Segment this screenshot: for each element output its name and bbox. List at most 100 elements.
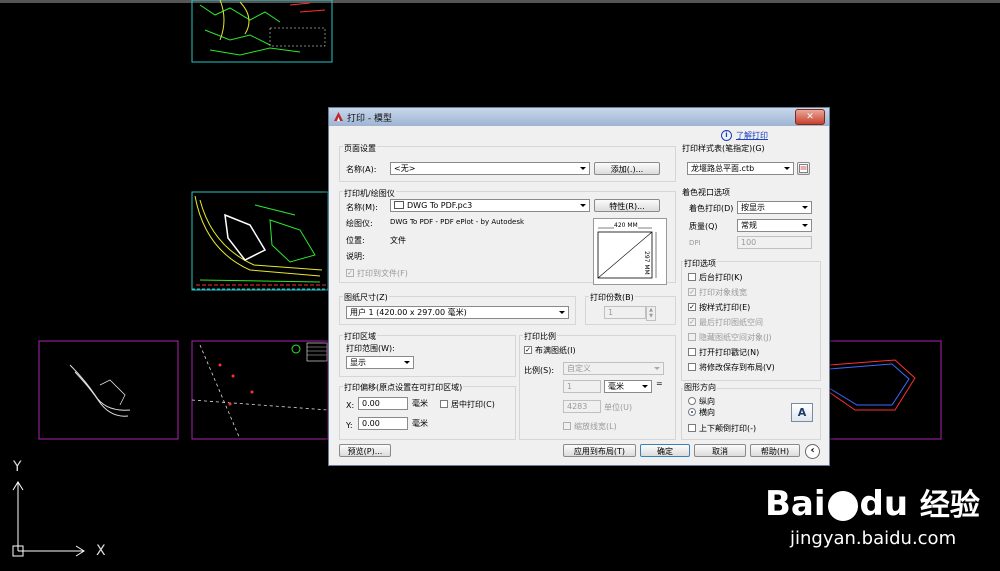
- center-plot-label: 居中打印(C): [451, 400, 495, 409]
- paper-width-label: 420 MM: [614, 222, 638, 229]
- paper-size-value: 用户 1 (420.00 x 297.00 毫米): [350, 308, 467, 317]
- shade-plot-label: 着色打印(D): [689, 204, 734, 213]
- plot-with-styles-checkbox[interactable]: ✓: [688, 303, 696, 311]
- style-table-edit-icon: [799, 164, 808, 173]
- style-table-select[interactable]: 龙堰路总平面.ctb: [687, 162, 794, 175]
- ok-button[interactable]: 确定: [640, 444, 690, 457]
- hide-paperspace-objects-checkbox[interactable]: [688, 333, 696, 341]
- scale-equals: =: [656, 379, 663, 388]
- plot-option-label: 按样式打印(E): [699, 303, 751, 312]
- portrait-radio[interactable]: [688, 397, 696, 405]
- style-table-value: 龙堰路总平面.ctb: [691, 164, 755, 173]
- orientation-heading: 图形方向: [683, 382, 717, 393]
- print-to-file-checkbox[interactable]: ✓: [346, 269, 354, 277]
- autocad-app-icon: [334, 112, 343, 121]
- printer-name-label: 名称(M):: [346, 203, 378, 212]
- drawing-frame-bottom-left: [38, 340, 179, 440]
- scale-unit-select[interactable]: 毫米: [604, 380, 652, 393]
- offset-y-label: Y:: [346, 421, 353, 430]
- plot-offset-group: [339, 386, 516, 440]
- quality-label: 质量(Q): [689, 222, 718, 231]
- help-button[interactable]: 帮助(H): [750, 444, 800, 457]
- plot-offset-heading: 打印偏移(原点设置在可打印区域): [343, 382, 464, 393]
- scale-lineweights-checkbox[interactable]: [563, 422, 571, 430]
- plot-lineweights-checkbox[interactable]: ✓: [688, 288, 696, 296]
- copies-input[interactable]: 1: [604, 306, 646, 319]
- paper-height-label: 297 MM: [643, 251, 650, 275]
- plot-paperspace-last-checkbox[interactable]: ✓: [688, 318, 696, 326]
- quality-select[interactable]: 常规: [737, 219, 812, 232]
- plot-range-label: 打印范围(W):: [346, 344, 395, 353]
- plot-option-label: 最后打印图纸空间: [699, 318, 763, 327]
- print-dialog: 打印 - 模型 ✕ i 了解打印 页面设置 名称(A): <无> 添加(.)..…: [328, 107, 830, 466]
- cancel-button[interactable]: 取消: [694, 444, 746, 457]
- upside-down-label: 上下颠倒打印(-): [699, 424, 757, 433]
- add-page-setup-button[interactable]: 添加(.)...: [594, 162, 660, 175]
- chevron-down-icon: [784, 167, 790, 170]
- plot-option-label: 后台打印(K): [699, 273, 743, 282]
- chevron-down-icon: [802, 224, 808, 227]
- ucs-icon: [12, 481, 85, 557]
- plot-option-label: 打印对象线宽: [699, 288, 747, 297]
- scale-drawing-units-input[interactable]: 4283: [563, 400, 601, 413]
- print-to-file-label: 打印到文件(F): [357, 269, 408, 278]
- shade-plot-value: 按显示: [741, 203, 765, 212]
- apply-to-layout-button[interactable]: 应用到布局(T): [563, 444, 636, 457]
- location-value: 文件: [390, 236, 406, 245]
- plot-range-select[interactable]: 显示: [346, 356, 414, 369]
- close-button[interactable]: ✕: [795, 109, 825, 125]
- background-plot-checkbox[interactable]: [688, 273, 696, 281]
- plot-options-heading: 打印选项: [683, 258, 717, 269]
- plot-area-heading: 打印区域: [343, 331, 377, 342]
- paper-size-heading: 图纸尺寸(Z): [343, 292, 389, 303]
- paper-preview: 420 MM 297 MM: [593, 218, 667, 285]
- fit-to-paper-checkbox[interactable]: ✓: [524, 346, 532, 354]
- chevron-down-icon: [559, 311, 565, 314]
- offset-y-input[interactable]: 0.00: [358, 417, 408, 430]
- scale-paper-units-input[interactable]: 1: [563, 380, 601, 393]
- learn-printing-link[interactable]: 了解打印: [736, 130, 768, 141]
- upside-down-checkbox[interactable]: [688, 424, 696, 432]
- drawing-frame-top: [191, 0, 333, 63]
- scale-lineweights-label: 缩放线宽(L): [574, 422, 617, 431]
- chevron-down-icon: [802, 206, 808, 209]
- ucs-y-label: Y: [13, 459, 22, 475]
- plotter-label: 绘图仪:: [346, 219, 373, 228]
- offset-x-label: X:: [346, 401, 355, 410]
- scale-select[interactable]: 自定义: [563, 362, 664, 375]
- dialog-titlebar[interactable]: 打印 - 模型 ✕: [329, 108, 829, 126]
- landscape-radio[interactable]: [688, 408, 696, 416]
- location-label: 位置:: [346, 236, 365, 245]
- quality-value: 常规: [741, 221, 757, 230]
- drawing-frame-middle: [191, 191, 329, 291]
- scale-unit-value: 毫米: [608, 382, 624, 391]
- chevron-down-icon: [642, 385, 648, 388]
- page-setup-name-select[interactable]: <无>: [390, 162, 590, 175]
- paper-size-select[interactable]: 用户 1 (420.00 x 297.00 毫米): [346, 306, 569, 319]
- chevron-down-icon: [580, 167, 586, 170]
- copies-spinner[interactable]: ▲ ▼: [646, 306, 656, 321]
- offset-y-unit: 毫米: [412, 419, 428, 428]
- landscape-label: 横向: [699, 408, 715, 417]
- collapse-options-button[interactable]: ‹: [805, 444, 820, 459]
- printer-name-select[interactable]: DWG To PDF.pc3: [390, 199, 590, 212]
- center-plot-checkbox[interactable]: [440, 400, 448, 408]
- offset-x-input[interactable]: 0.00: [358, 397, 408, 410]
- plot-option-label: 隐藏图纸空间对象(J): [699, 333, 772, 342]
- printer-name-value: DWG To PDF.pc3: [407, 201, 473, 210]
- dpi-input[interactable]: 100: [737, 236, 812, 249]
- edit-style-table-button[interactable]: [797, 162, 810, 175]
- dialog-title: 打印 - 模型: [347, 114, 392, 124]
- ucs-x-label: X: [96, 543, 106, 559]
- chevron-down-icon: [654, 367, 660, 370]
- save-changes-to-layout-checkbox[interactable]: [688, 363, 696, 371]
- chevron-down-icon: [580, 204, 586, 207]
- offset-x-unit: 毫米: [412, 399, 428, 408]
- shade-plot-select[interactable]: 按显示: [737, 201, 812, 214]
- preview-button[interactable]: 预览(P)...: [339, 444, 391, 457]
- plotter-value: DWG To PDF - PDF ePlot - by Autodesk: [390, 218, 525, 226]
- watermark-url: jingyan.baidu.com: [790, 528, 957, 549]
- printer-properties-button[interactable]: 特性(R)...: [594, 199, 660, 212]
- fit-to-paper-label: 布满图纸(I): [535, 346, 576, 355]
- plot-stamp-checkbox[interactable]: [688, 348, 696, 356]
